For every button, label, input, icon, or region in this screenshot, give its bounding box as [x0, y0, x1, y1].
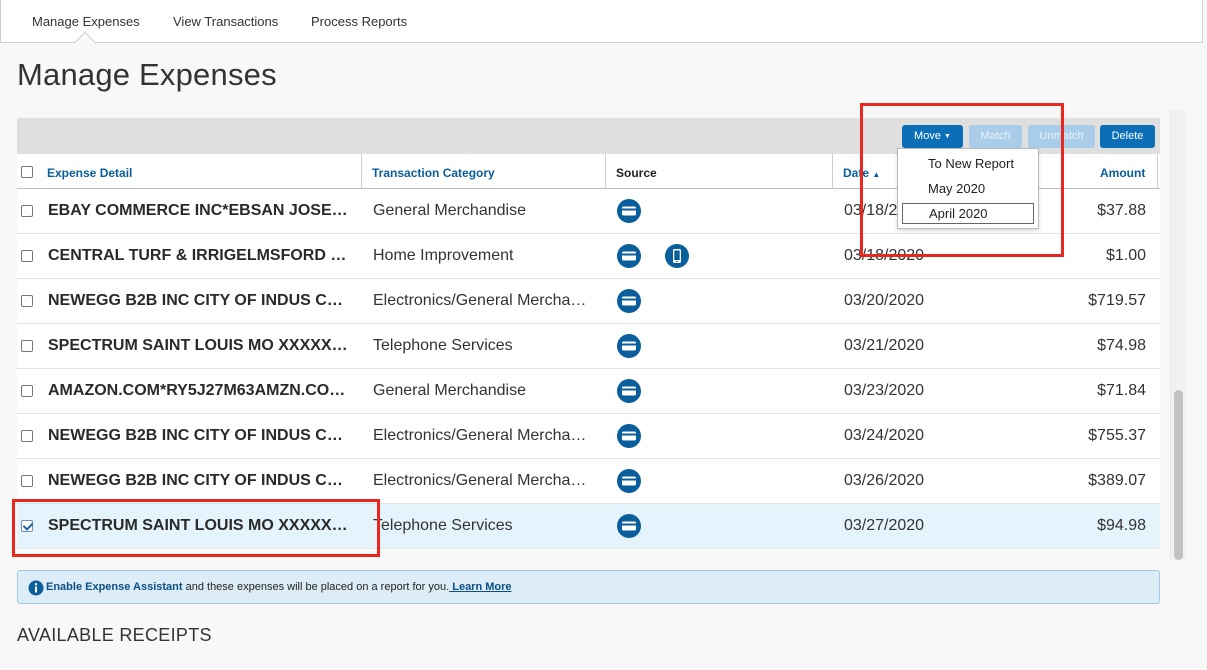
date-cell: 03/24/2020 — [844, 427, 925, 444]
top-nav: Manage Expenses View Transactions Proces… — [0, 0, 1203, 55]
credit-card-icon — [617, 199, 641, 223]
available-receipts-heading: AVAILABLE RECEIPTS — [17, 625, 212, 645]
category-cell: General Merchandise — [373, 382, 526, 399]
row-checkbox[interactable] — [21, 520, 33, 532]
amount-cell: $71.84 — [1097, 382, 1146, 399]
table-row[interactable]: NEWEGG B2B INC CITY OF INDUS C… Electroni… — [17, 459, 1160, 504]
date-cell: 03/18/2020 — [844, 247, 925, 264]
credit-card-icon — [617, 289, 641, 313]
date-cell: 03/27/2020 — [844, 517, 925, 534]
amount-cell: $74.98 — [1097, 337, 1146, 354]
credit-card-icon — [617, 469, 641, 493]
category-cell: Telephone Services — [373, 517, 513, 534]
expense-detail-cell[interactable]: SPECTRUM SAINT LOUIS MO XXXXX… — [48, 337, 348, 355]
move-menu: To New Report May 2020 April 2020 — [897, 148, 1039, 229]
expense-detail-cell[interactable]: NEWEGG B2B INC CITY OF INDUS C… — [48, 472, 343, 490]
credit-card-icon — [617, 244, 641, 268]
category-cell: Electronics/General Mercha… — [373, 472, 587, 489]
row-checkbox[interactable] — [21, 295, 33, 307]
category-cell: General Merchandise — [373, 202, 526, 219]
row-checkbox[interactable] — [21, 250, 33, 262]
menu-item-to-new-report[interactable]: To New Report — [928, 156, 1014, 171]
expense-detail-cell[interactable]: EBAY COMMERCE INC*EBSAN JOSE… — [48, 202, 348, 220]
mobile-receipt-icon — [665, 244, 689, 268]
category-cell: Electronics/General Mercha… — [373, 292, 587, 309]
table-row[interactable]: NEWEGG B2B INC CITY OF INDUS C… Electroni… — [17, 279, 1160, 324]
move-button-label: Move — [914, 130, 941, 142]
credit-card-icon — [617, 514, 641, 538]
amount-cell: $755.37 — [1088, 427, 1146, 444]
tab-view-transactions[interactable]: View Transactions — [173, 14, 278, 29]
header-source: Source — [616, 166, 657, 180]
expense-detail-cell[interactable]: CENTRAL TURF & IRRIGELMSFORD … — [48, 247, 346, 265]
category-cell: Electronics/General Mercha… — [373, 427, 587, 444]
date-cell: 03/21/2020 — [844, 337, 925, 354]
credit-card-icon — [617, 424, 641, 448]
date-cell: 03/20/2020 — [844, 292, 925, 309]
sort-ascending-icon: ▲ — [872, 170, 881, 179]
row-checkbox[interactable] — [21, 385, 33, 397]
scrollbar-thumb[interactable] — [1174, 390, 1183, 560]
menu-item-may-2020[interactable]: May 2020 — [928, 181, 985, 196]
column-divider — [832, 154, 833, 189]
date-cell: 03/26/2020 — [844, 472, 925, 489]
banner-strong-text: Enable Expense Assistant — [46, 581, 183, 593]
column-divider — [361, 154, 362, 189]
table-row[interactable]: NEWEGG B2B INC CITY OF INDUS C… Electroni… — [17, 414, 1160, 459]
tab-manage-expenses[interactable]: Manage Expenses — [32, 14, 140, 29]
row-checkbox[interactable] — [21, 475, 33, 487]
date-cell: 03/23/2020 — [844, 382, 925, 399]
row-checkbox[interactable] — [21, 430, 33, 442]
category-cell: Telephone Services — [373, 337, 513, 354]
expense-assistant-banner: Enable Expense Assistant and these expen… — [17, 570, 1160, 604]
amount-cell: $37.88 — [1097, 202, 1146, 219]
info-icon — [28, 580, 44, 596]
header-date-label: Date — [843, 166, 870, 180]
delete-button[interactable]: Delete — [1100, 125, 1155, 148]
table-row[interactable]: SPECTRUM SAINT LOUIS MO XXXXX… Telephone … — [17, 504, 1160, 549]
page-title: Manage Expenses — [17, 57, 277, 92]
move-button[interactable]: Move ▼ — [902, 125, 963, 148]
table-row[interactable]: SPECTRUM SAINT LOUIS MO XXXXX… Telephone … — [17, 324, 1160, 369]
amount-cell: $719.57 — [1088, 292, 1146, 309]
credit-card-icon — [617, 334, 641, 358]
select-all-checkbox[interactable] — [21, 166, 33, 178]
match-button[interactable]: Match — [969, 125, 1022, 148]
expense-detail-cell[interactable]: AMAZON.COM*RY5J27M63AMZN.CO… — [48, 382, 345, 400]
unmatch-button[interactable]: Unmatch — [1028, 125, 1095, 148]
expense-detail-cell[interactable]: NEWEGG B2B INC CITY OF INDUS C… — [48, 292, 343, 310]
tab-process-reports[interactable]: Process Reports — [311, 14, 407, 29]
row-checkbox[interactable] — [21, 205, 33, 217]
banner-body-text: and these expenses will be placed on a r… — [182, 581, 450, 593]
menu-item-april-2020[interactable]: April 2020 — [902, 203, 1034, 224]
amount-cell: $1.00 — [1105, 247, 1146, 264]
header-expense-detail[interactable]: Expense Detail — [47, 166, 132, 180]
learn-more-link[interactable]: Learn More — [449, 581, 511, 593]
header-transaction-category[interactable]: Transaction Category — [372, 166, 495, 180]
credit-card-icon — [617, 379, 641, 403]
header-date[interactable]: Date ▲ — [843, 166, 880, 180]
column-divider — [605, 154, 606, 189]
category-cell: Home Improvement — [373, 247, 514, 264]
header-amount[interactable]: Amount — [1100, 166, 1145, 180]
row-checkbox[interactable] — [21, 340, 33, 352]
banner-text: Enable Expense Assistant and these expen… — [46, 581, 512, 593]
active-tab-indicator — [73, 31, 97, 55]
column-divider — [1157, 154, 1158, 189]
amount-cell: $94.98 — [1097, 517, 1146, 534]
expense-detail-cell[interactable]: SPECTRUM SAINT LOUIS MO XXXXX… — [48, 517, 348, 535]
caret-down-icon: ▼ — [944, 133, 951, 140]
table-row[interactable]: CENTRAL TURF & IRRIGELMSFORD … Home Impro… — [17, 234, 1160, 279]
expense-detail-cell[interactable]: NEWEGG B2B INC CITY OF INDUS C… — [48, 427, 343, 445]
table-row[interactable]: AMAZON.COM*RY5J27M63AMZN.CO… General Merc… — [17, 369, 1160, 414]
amount-cell: $389.07 — [1088, 472, 1146, 489]
